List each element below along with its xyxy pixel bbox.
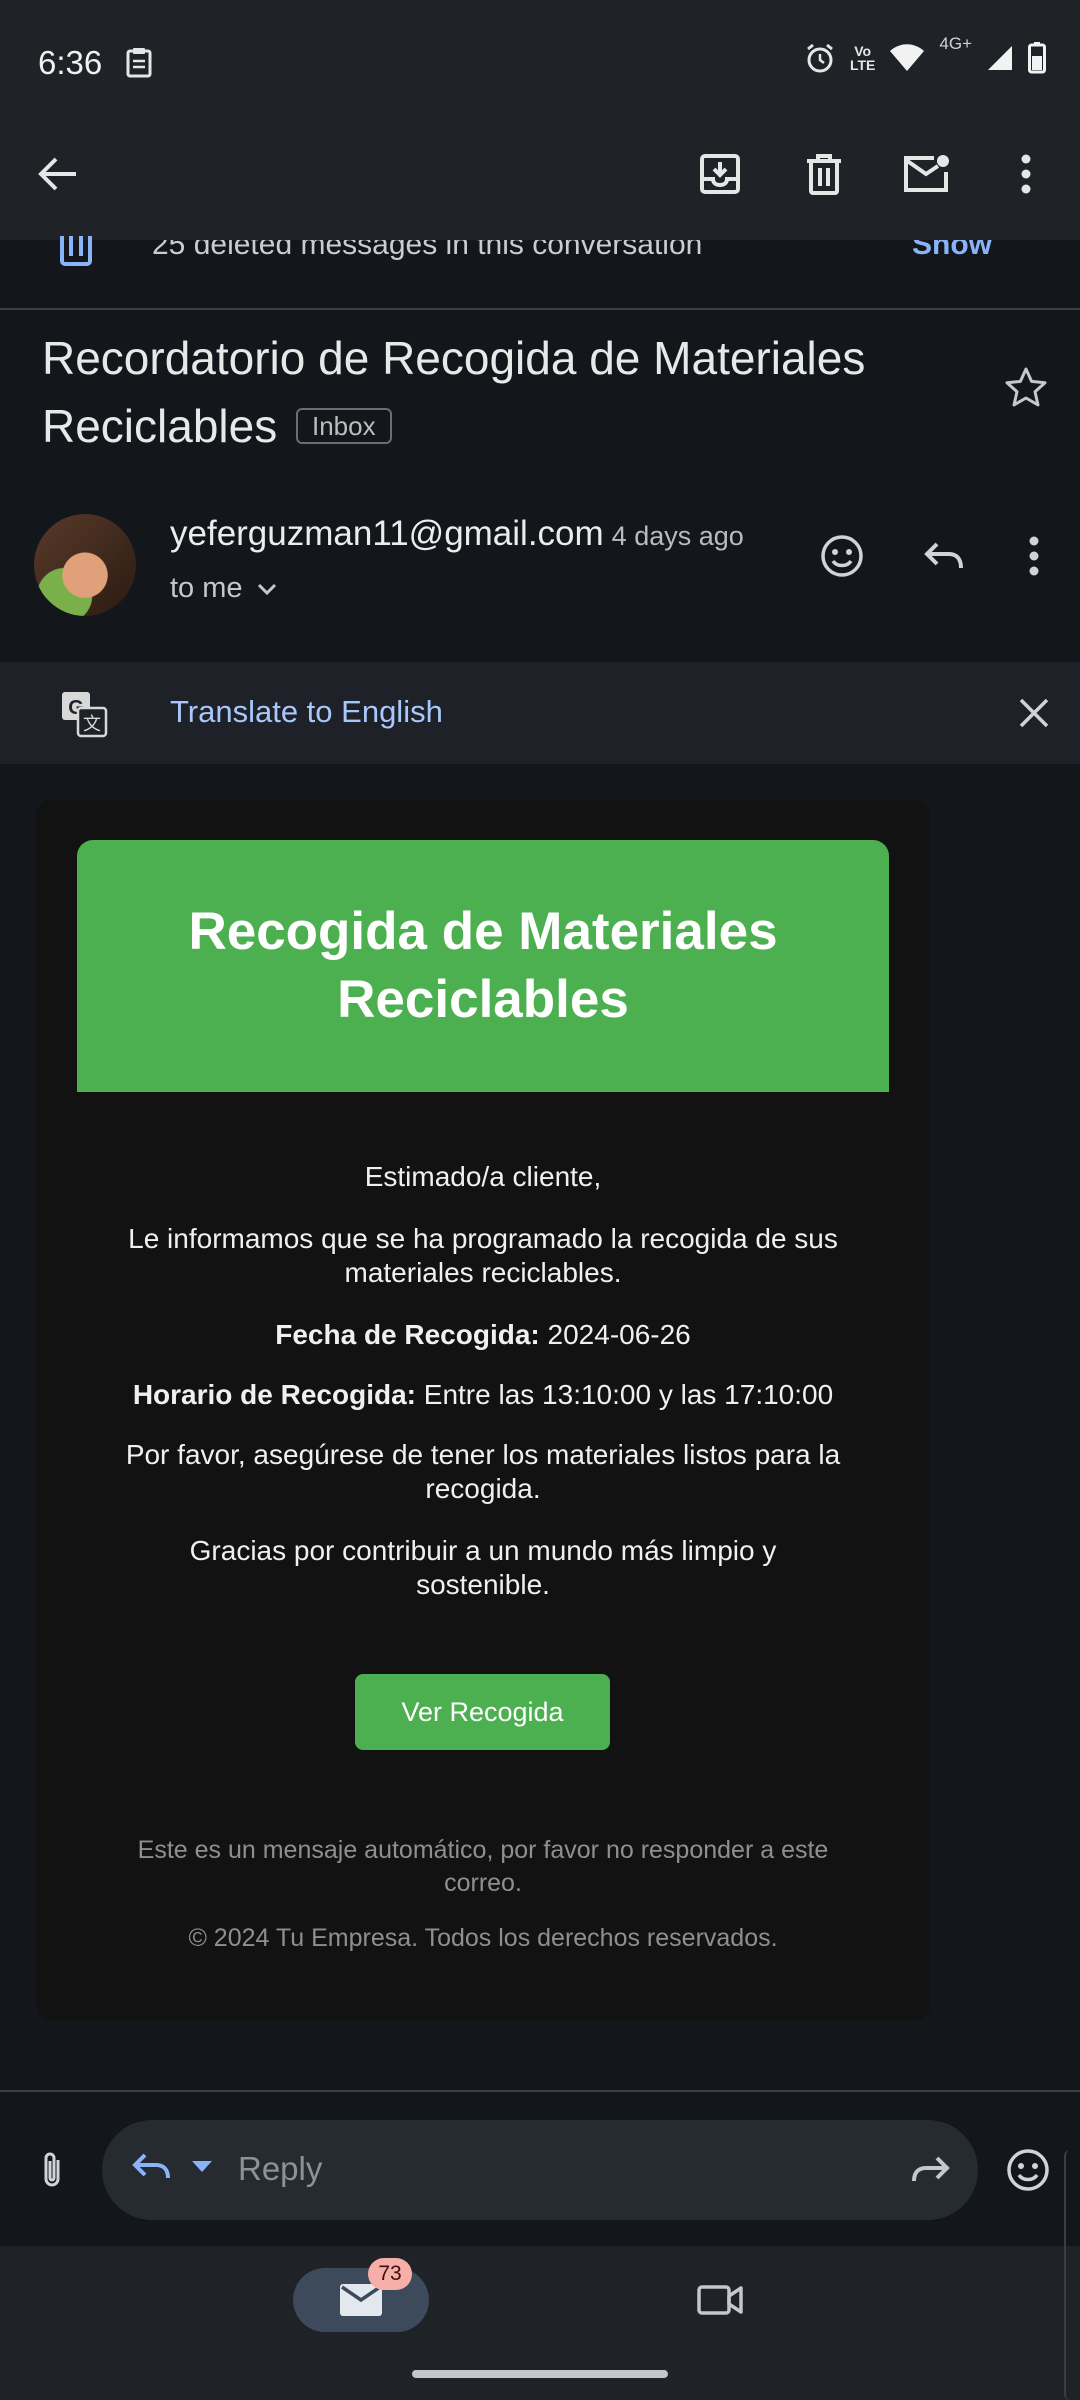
pickup-date-line: Fecha de Recogida: 2024-06-26 (120, 1318, 846, 1352)
trash-icon (805, 153, 843, 195)
dropdown-arrow-icon (192, 2161, 212, 2173)
forward-icon (910, 2155, 950, 2185)
sender-line[interactable]: yeferguzman11@gmail.com 4 days ago (170, 514, 744, 554)
deleted-notice-clip: 25 deleted messages in this conversation… (0, 240, 1080, 266)
close-icon (1018, 697, 1050, 729)
delete-button[interactable] (786, 136, 862, 212)
status-icons: Vo LTE 4G+ (804, 34, 1046, 74)
more-vert-icon (1028, 536, 1040, 576)
pickup-time-line: Horario de Recogida: Entre las 13:10:00 … (120, 1378, 846, 1412)
archive-icon (699, 153, 741, 195)
archive-button[interactable] (682, 136, 758, 212)
recipient-label: to me (170, 572, 243, 604)
view-pickup-button[interactable]: Ver Recogida (355, 1674, 610, 1750)
translate-icon: G文 (60, 690, 108, 738)
nav-meet-tab[interactable] (682, 2262, 758, 2338)
forward-button[interactable] (892, 2132, 968, 2208)
mark-unread-button[interactable] (888, 136, 964, 212)
translate-link[interactable]: Translate to English (170, 694, 443, 730)
scrollbar[interactable] (1064, 2150, 1076, 2400)
emoji-icon (1006, 2148, 1050, 2192)
emoji-reply-button[interactable] (990, 2132, 1066, 2208)
reply-field[interactable] (102, 2120, 978, 2220)
email-subject: Recordatorio de Recogida de Materiales R… (42, 324, 962, 460)
message-more-button[interactable] (996, 518, 1072, 594)
reply-mode-button[interactable] (132, 2152, 212, 2182)
pickup-time-label: Horario de Recogida: (132, 1379, 416, 1410)
deleted-notice: 25 deleted messages in this conversation (152, 240, 703, 261)
email-intro: Le informamos que se ha programado la re… (128, 1223, 838, 1288)
email-footer-auto: Este es un mensaje automático, por favor… (137, 1836, 829, 1897)
emoji-icon (820, 534, 864, 578)
reply-divider (0, 2090, 1080, 2092)
email-thanks: Gracias por contribuir a un mundo más li… (189, 1535, 777, 1600)
reply-icon (132, 2152, 172, 2182)
react-emoji-button[interactable] (804, 518, 880, 594)
email-footer-copyright: © 2024 Tu Empresa. Todos los derechos re… (188, 1924, 778, 1952)
reply-button[interactable] (906, 518, 982, 594)
wifi-icon (889, 43, 925, 73)
pickup-time-value: Entre las 13:10:00 y las 17:10:00 (423, 1379, 834, 1410)
sender-avatar[interactable] (34, 514, 136, 616)
sender-email: yeferguzman11@gmail.com (170, 514, 604, 553)
status-time: 6:36 (38, 44, 103, 81)
unread-count-badge: 73 (368, 2258, 412, 2290)
chevron-down-icon (257, 582, 277, 596)
attach-icon (41, 2150, 63, 2190)
clipboard-notification-icon (124, 46, 154, 78)
mark-unread-icon (902, 154, 950, 194)
video-camera-icon (697, 2283, 743, 2317)
more-options-button[interactable] (988, 136, 1064, 212)
more-vert-icon (1020, 154, 1032, 194)
back-button[interactable] (20, 136, 96, 212)
show-deleted-link[interactable]: Show (912, 240, 992, 262)
sent-time: 4 days ago (611, 521, 744, 551)
network-type: 4G+ (939, 34, 972, 53)
volte-icon: Vo LTE (849, 43, 876, 73)
battery-icon (1028, 42, 1046, 74)
star-button[interactable] (1004, 366, 1048, 408)
alarm-icon (804, 42, 836, 74)
email-greeting: Estimado/a cliente, (364, 1161, 602, 1192)
recipient-details-toggle[interactable]: to me (170, 572, 277, 605)
pickup-date-label: Fecha de Recogida: (275, 1319, 540, 1350)
attach-button[interactable] (14, 2132, 90, 2208)
pickup-date-value: 2024-06-26 (547, 1319, 691, 1350)
email-header-title: Recogida de Materiales Reciclables (188, 902, 778, 1029)
reply-icon (923, 540, 965, 572)
svg-text:文: 文 (83, 714, 101, 735)
home-gesture-bar[interactable] (412, 2370, 668, 2378)
star-icon (1004, 366, 1048, 408)
inbox-label-badge[interactable]: Inbox (296, 407, 392, 444)
email-reminder: Por favor, asegúrese de tener los materi… (125, 1439, 841, 1504)
signal-icon (986, 44, 1014, 72)
close-translate-button[interactable] (996, 675, 1072, 751)
translate-bar (0, 662, 1080, 764)
subject-title: Recordatorio de Recogida de Materiales R… (42, 332, 866, 452)
back-arrow-icon (38, 156, 78, 192)
reply-placeholder[interactable]: Reply (238, 2150, 322, 2188)
